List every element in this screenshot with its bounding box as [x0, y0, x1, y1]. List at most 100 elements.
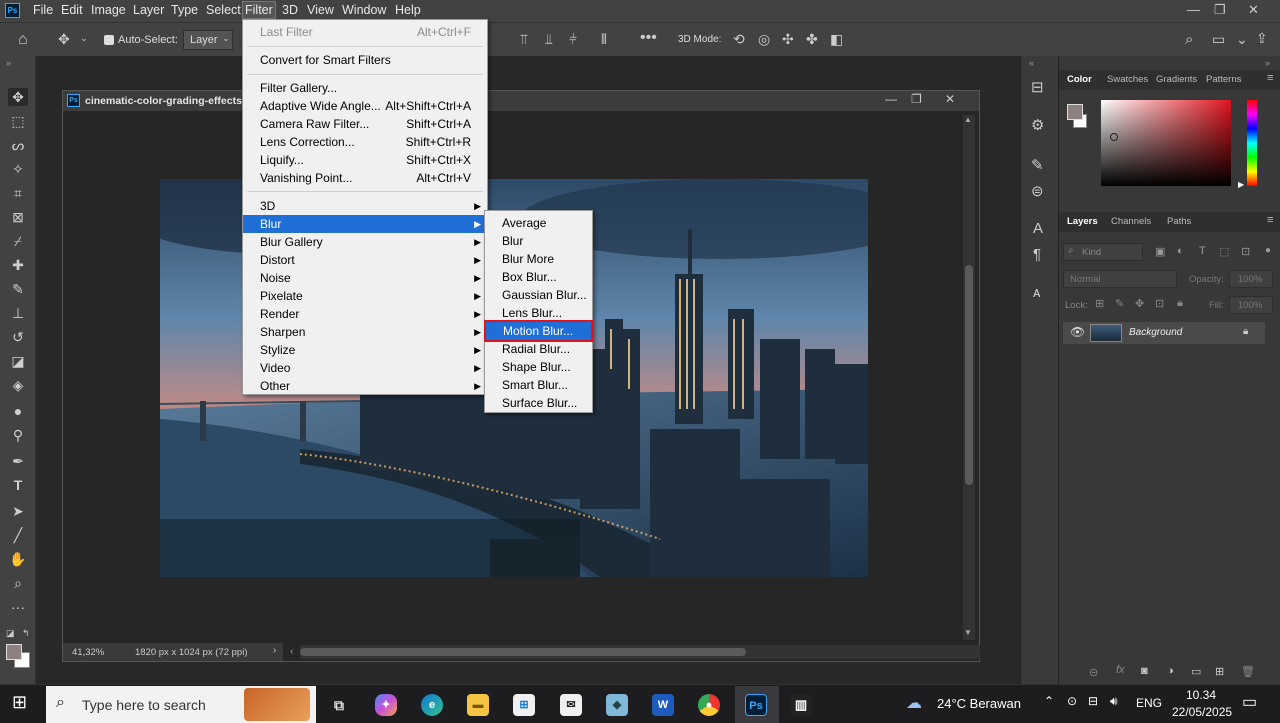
new-group-icon[interactable]: ▭	[1191, 665, 1201, 678]
filter-toggle-icon[interactable]: ●	[1265, 245, 1271, 256]
menu-item-other[interactable]: Other ▶	[243, 377, 487, 395]
3d-orbit-icon[interactable]: ⟲	[733, 31, 745, 48]
task-view-icon[interactable]: ⧉	[328, 694, 350, 716]
menu-type[interactable]: Type	[171, 3, 198, 17]
weather-text[interactable]: 24°C Berawan	[937, 696, 1021, 711]
lock-image-icon[interactable]: ✎	[1115, 297, 1124, 310]
file-explorer-icon[interactable]: ▬	[467, 694, 489, 716]
brush-tool-icon[interactable]: ✎	[8, 280, 28, 298]
home-icon[interactable]: ⌂	[18, 31, 28, 49]
layer-filter-select[interactable]: ⌕ Kind	[1063, 243, 1143, 261]
more-options-icon[interactable]: •••	[640, 29, 657, 47]
doc-restore-icon[interactable]: ❐	[911, 92, 922, 106]
submenu-item-surface-blur[interactable]: Surface Blur...	[485, 394, 592, 412]
add-mask-icon[interactable]: ◙	[1141, 665, 1148, 677]
blend-mode-select[interactable]: Normal	[1063, 270, 1177, 288]
fg-color-chip[interactable]	[1067, 104, 1083, 120]
paint-bucket-icon[interactable]: ◈	[8, 376, 28, 394]
hand-tool-icon[interactable]: ✋	[8, 550, 28, 568]
more-tools-icon[interactable]: ···	[8, 598, 28, 616]
search-icon[interactable]: ⌕	[1185, 31, 1193, 48]
menu-item-3d[interactable]: 3D ▶	[243, 197, 487, 215]
lasso-tool-icon[interactable]: ᔕ	[8, 136, 28, 154]
lock-all-icon[interactable]: 🔒︎	[1177, 297, 1183, 310]
submenu-item-gaussian-blur[interactable]: Gaussian Blur...	[485, 286, 592, 304]
scroll-down-icon[interactable]: ▼	[964, 628, 972, 637]
menu-view[interactable]: View	[307, 3, 334, 17]
vertical-scroll-thumb[interactable]	[965, 265, 973, 485]
layer-row-background[interactable]: 👁︎ Background 🔒︎	[1063, 322, 1265, 344]
align-top-icon[interactable]: ⫪	[520, 31, 528, 48]
clock-date[interactable]: 22/05/2025	[1172, 705, 1232, 719]
distribute-icon[interactable]: ⫴	[601, 31, 607, 48]
menu-item-convert-smart-filters[interactable]: Convert for Smart Filters	[243, 51, 487, 69]
menu-item-liquify[interactable]: Liquify... Shift+Ctrl+X	[243, 151, 487, 169]
collapse-icon[interactable]: »	[1265, 58, 1270, 68]
move-tool-icon[interactable]: ✥	[8, 88, 28, 106]
horizontal-scroll-thumb[interactable]	[300, 648, 746, 656]
doc-minimize-icon[interactable]: —	[885, 92, 897, 106]
filter-adjust-icon[interactable]: ◐	[1177, 245, 1184, 257]
properties-panel-icon[interactable]: ⚙	[1031, 116, 1044, 134]
move-tool-icon[interactable]: ✥	[58, 31, 70, 48]
3d-pan-icon[interactable]: ✣	[782, 31, 794, 48]
language-indicator[interactable]: ENG	[1136, 696, 1162, 710]
lock-position-icon[interactable]: ✥	[1135, 297, 1144, 310]
path-select-icon[interactable]: ➤	[8, 502, 28, 520]
default-colors-icon[interactable]: ◪	[6, 628, 15, 639]
taskbar-search-box[interactable]: ⌕ Type here to search	[46, 686, 316, 723]
layer-select[interactable]: Layer ⌄	[183, 30, 233, 50]
adjustment-layer-icon[interactable]: ◑	[1167, 665, 1174, 677]
filter-type-icon[interactable]: T	[1199, 245, 1206, 257]
submenu-item-radial-blur[interactable]: Radial Blur...	[485, 340, 592, 358]
zoom-tool-icon[interactable]: ⌕	[8, 574, 28, 592]
chrome-icon[interactable]: ●	[698, 694, 720, 716]
tab-swatches[interactable]: Swatches	[1107, 74, 1148, 85]
blur-tool-icon[interactable]: ●	[8, 402, 28, 420]
edge-browser-icon[interactable]: e	[421, 694, 443, 716]
scroll-left-icon[interactable]: ‹	[290, 646, 293, 657]
copilot-icon[interactable]: ✦	[375, 694, 397, 716]
collapse-icon[interactable]: «	[1029, 58, 1034, 68]
restore-icon[interactable]: ❐	[1214, 2, 1226, 18]
submenu-item-shape-blur[interactable]: Shape Blur...	[485, 358, 592, 376]
submenu-item-smart-blur[interactable]: Smart Blur...	[485, 376, 592, 394]
panel-menu-icon[interactable]: ≡	[1267, 72, 1273, 84]
zoom-level[interactable]: 41,32%	[72, 647, 104, 658]
document-title-bar[interactable]: Ps cinematic-color-grading-effects- — ❐ …	[63, 91, 979, 111]
brush-settings-icon[interactable]: ✎	[1031, 156, 1044, 174]
layer-style-icon[interactable]: fx	[1116, 664, 1125, 676]
menu-edit[interactable]: Edit	[61, 3, 83, 17]
menu-item-stylize[interactable]: Stylize ▶	[243, 341, 487, 359]
eyedropper-icon[interactable]: ⌿	[8, 232, 28, 250]
line-tool-icon[interactable]: ╱	[8, 526, 28, 544]
auto-select-checkbox[interactable]	[104, 35, 114, 45]
healing-brush-icon[interactable]: ✚	[8, 256, 28, 274]
history-brush-icon[interactable]: ↺	[8, 328, 28, 346]
align-bottom-icon[interactable]: ⫩	[569, 31, 577, 48]
windows-start-icon[interactable]: ⊞	[12, 692, 27, 713]
crop-tool-icon[interactable]: ⌗	[8, 184, 28, 202]
history-panel-icon[interactable]: ⊟	[1031, 78, 1044, 96]
opacity-input[interactable]: 100%	[1229, 270, 1273, 288]
doc-close-icon[interactable]: ✕	[945, 92, 955, 106]
clock-time[interactable]: 10.34	[1186, 688, 1216, 702]
share-icon[interactable]: ⇪	[1256, 30, 1268, 47]
workspace-icon[interactable]: ▭	[1212, 31, 1225, 48]
menu-select[interactable]: Select	[206, 3, 241, 17]
menu-item-pixelate[interactable]: Pixelate ▶	[243, 287, 487, 305]
menu-file[interactable]: File	[33, 3, 53, 17]
menu-item-camera-raw[interactable]: Camera Raw Filter... Shift+Ctrl+A	[243, 115, 487, 133]
collapse-icon[interactable]: »	[6, 58, 11, 68]
character-panel-icon[interactable]: A	[1033, 220, 1043, 237]
foreground-color-swatch[interactable]	[6, 644, 22, 660]
menu-item-blur-gallery[interactable]: Blur Gallery ▶	[243, 233, 487, 251]
menu-layer[interactable]: Layer	[133, 3, 164, 17]
menu-item-sharpen[interactable]: Sharpen ▶	[243, 323, 487, 341]
lock-artboard-icon[interactable]: ⊡	[1155, 297, 1164, 310]
tab-paths[interactable]: Paths	[1167, 216, 1191, 227]
hue-slider-handle[interactable]: ▶	[1238, 180, 1244, 189]
eraser-icon[interactable]: ◪	[8, 352, 28, 370]
filter-smart-icon[interactable]: ⊡	[1241, 245, 1250, 258]
menu-3d[interactable]: 3D	[282, 3, 298, 17]
